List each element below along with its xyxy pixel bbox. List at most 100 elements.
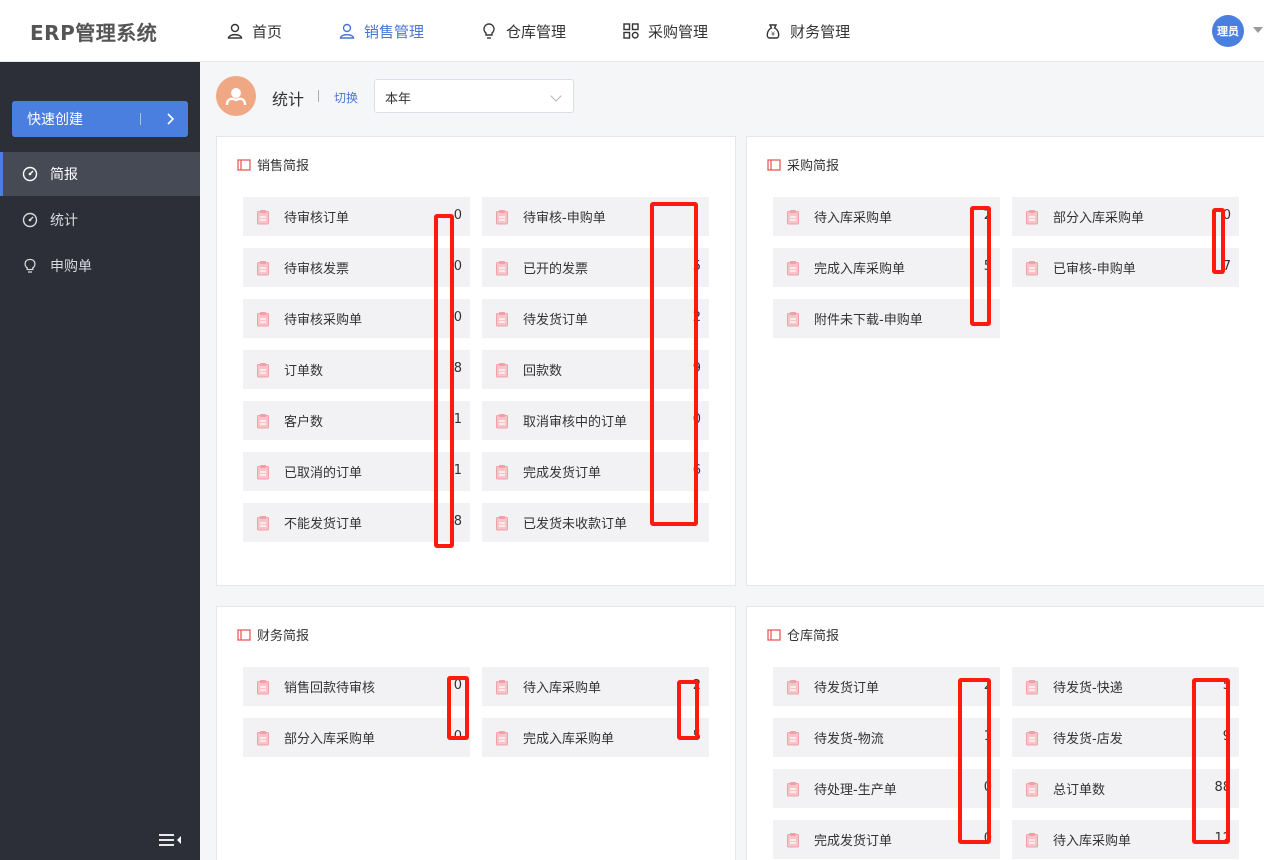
stat-item-label: 客户数 [284, 415, 324, 430]
stat-item[interactable]: 附件未下载-申购单 [773, 299, 1000, 338]
user-avatar[interactable]: 理员 [1212, 15, 1244, 47]
stat-item-value: 0 [1222, 208, 1231, 223]
clipboard-icon [496, 311, 508, 326]
nav-sales[interactable]: 销售管理 [338, 0, 424, 62]
chevron-down-icon[interactable] [1253, 27, 1263, 33]
stat-item-label: 部分入库采购单 [1053, 211, 1145, 226]
nav-home[interactable]: 首页 [226, 0, 282, 62]
dashboard-icon [22, 212, 38, 228]
clipboard-icon [257, 679, 269, 694]
stat-item-label: 待审核-申购单 [523, 211, 606, 226]
stat-item[interactable]: 待发货订单 2 [773, 667, 1000, 706]
sidebar-item-stats[interactable]: 统计 [0, 198, 200, 242]
stat-item-label: 附件未下载-申购单 [814, 313, 923, 328]
clipboard-icon [496, 679, 508, 694]
switch-link[interactable]: 切换 [334, 89, 358, 106]
period-select[interactable]: 本年 [374, 79, 574, 113]
stat-item[interactable]: 待审核采购单 0 [243, 299, 470, 338]
stat-item[interactable]: 待处理-生产单 0 [773, 769, 1000, 808]
nav-purchase[interactable]: 采购管理 [622, 0, 708, 62]
stat-item[interactable]: 完成入库采购单 5 [482, 718, 709, 757]
stat-item[interactable]: 取消审核中的订单 0 [482, 401, 709, 440]
bulb-icon [483, 23, 495, 39]
clipboard-icon [257, 413, 269, 428]
quick-create-label: 快速创建 [27, 112, 83, 128]
stat-item[interactable]: 待入库采购单 2 [482, 667, 709, 706]
stat-item[interactable]: 已取消的订单 1 [243, 452, 470, 491]
stat-item-value: 0 [453, 729, 462, 744]
stat-item[interactable]: 待发货-快递 5 [1012, 667, 1239, 706]
book-icon [237, 158, 251, 171]
stat-item[interactable]: 待审核-申购单 [482, 197, 709, 236]
nav-finance[interactable]: ¥ 财务管理 [764, 0, 850, 62]
clipboard-icon [1026, 832, 1038, 847]
clipboard-icon [787, 781, 799, 796]
stat-item[interactable]: 总订单数 88 [1012, 769, 1239, 808]
stat-item-value: 6 [692, 463, 701, 478]
stat-item[interactable]: 完成入库采购单 5 [773, 248, 1000, 287]
nav-warehouse[interactable]: 仓库管理 [480, 0, 566, 62]
stat-item[interactable]: 已开的发票 5 [482, 248, 709, 287]
quick-create-button[interactable]: 快速创建 [12, 101, 188, 137]
stat-item[interactable]: 完成发货订单 6 [482, 452, 709, 491]
clipboard-icon [787, 679, 799, 694]
stat-item-value: 0 [983, 780, 992, 795]
clipboard-icon [257, 730, 269, 745]
stat-item[interactable]: 待发货-物流 1 [773, 718, 1000, 757]
clipboard-icon [257, 362, 269, 377]
svg-text:¥: ¥ [771, 31, 775, 38]
nav-purchase-label: 采购管理 [648, 22, 709, 41]
nav-finance-label: 财务管理 [790, 22, 851, 41]
stat-item[interactable]: 待发货订单 2 [482, 299, 709, 338]
stat-item-value: 2 [692, 310, 701, 325]
stat-item[interactable]: 待发货-店发 9 [1012, 718, 1239, 757]
stat-item-value: 5 [692, 259, 701, 274]
panel-title: 财务简报 [237, 625, 309, 644]
chevron-right-icon [167, 113, 175, 125]
stat-item-value: 9 [692, 361, 701, 376]
stat-item-value: 0 [453, 259, 462, 274]
purchase-brief-panel: 采购简报 待入库采购单 2 部分入库采购单 0 完成入库采购单 5 已审核-申购单 7 附件未下… [746, 136, 1264, 586]
clipboard-icon [1026, 730, 1038, 745]
stat-item[interactable]: 待入库采购单 2 [773, 197, 1000, 236]
stat-item-label: 待审核发票 [284, 262, 350, 277]
stat-item-value: 88 [1214, 780, 1231, 795]
stat-item-label: 待处理-生产单 [814, 783, 897, 798]
stat-item-label: 待审核采购单 [284, 313, 363, 328]
stat-item[interactable]: 不能发货订单 8 [243, 503, 470, 542]
stat-item[interactable]: 待审核订单 0 [243, 197, 470, 236]
stat-item-value: 1 [453, 463, 462, 478]
stat-item-value: 8 [453, 361, 462, 376]
stat-item-label: 已发货未收款订单 [523, 517, 628, 532]
stat-item-value: 2 [983, 678, 992, 693]
stat-item[interactable]: 订单数 8 [243, 350, 470, 389]
clipboard-icon [1026, 260, 1038, 275]
stat-item[interactable]: 部分入库采购单 0 [243, 718, 470, 757]
period-select-value: 本年 [385, 92, 412, 107]
stat-item[interactable]: 销售回款待审核 0 [243, 667, 470, 706]
grid-icon [623, 23, 639, 39]
stat-item[interactable]: 待审核发票 0 [243, 248, 470, 287]
stat-item[interactable]: 完成发货订单 0 [773, 820, 1000, 859]
collapse-menu-icon[interactable] [158, 832, 182, 848]
bulb-icon [24, 258, 36, 273]
stat-item[interactable]: 回款数 9 [482, 350, 709, 389]
clipboard-icon [257, 209, 269, 224]
stat-item[interactable]: 客户数 1 [243, 401, 470, 440]
top-bar: ERP管理系统 首页 销售管理 仓库管理 采购管理 ¥ 财务管理 理员 [0, 0, 1264, 62]
stat-item-label: 待发货-物流 [814, 732, 884, 747]
stat-item-label: 待发货-快递 [1053, 681, 1123, 696]
stat-item[interactable]: 部分入库采购单 0 [1012, 197, 1239, 236]
sales-brief-panel: 销售简报 待审核订单 0 待审核-申购单 待审核发票 0 已开的发票 5 待审核采购单 0 待发货… [216, 136, 736, 586]
stat-item-value: 1 [983, 729, 992, 744]
divider [318, 90, 319, 102]
stat-item[interactable]: 已审核-申购单 7 [1012, 248, 1239, 287]
chevron-down-icon [550, 90, 562, 102]
sidebar-item-brief[interactable]: 简报 [0, 152, 200, 196]
clipboard-icon [496, 209, 508, 224]
clipboard-icon [1026, 679, 1038, 694]
sidebar-item-requisition[interactable]: 申购单 [0, 244, 200, 288]
stats-title: 统计 [272, 90, 305, 109]
stat-item[interactable]: 已发货未收款订单 [482, 503, 709, 542]
stat-item[interactable]: 待入库采购单 12 [1012, 820, 1239, 859]
